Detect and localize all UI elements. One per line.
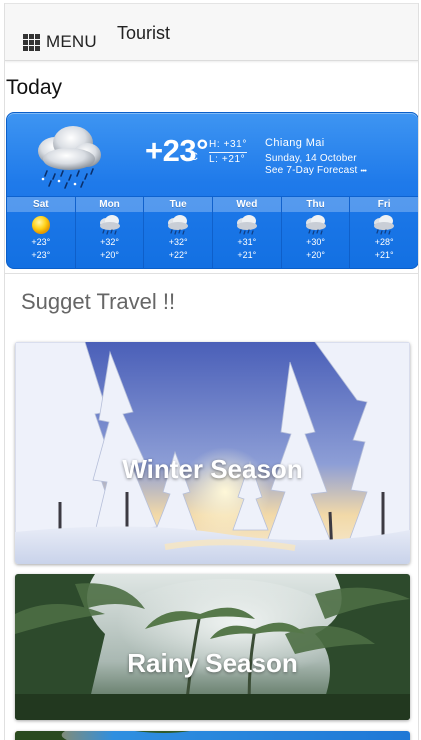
day-high: +31° xyxy=(237,237,257,247)
forecast-day: Fri +28° +21° xyxy=(349,197,418,268)
day-high: +32° xyxy=(100,237,119,247)
suggest-travel-heading: Sugget Travel !! xyxy=(21,289,176,314)
menu-label: MENU xyxy=(46,32,97,51)
forecast-day: Thu +30° +20° xyxy=(280,197,350,268)
current-temperature: +23° xyxy=(145,133,208,168)
day-name: Wed xyxy=(213,197,281,212)
day-low: +21° xyxy=(237,250,257,260)
day-high: +32° xyxy=(168,237,188,247)
high-low: H: +31° L: +21° xyxy=(209,138,247,166)
rain-cloud-icon xyxy=(99,215,120,235)
forecast-days: Sat +23° +23° Mon +32° +20° Tue +32° +22… xyxy=(7,196,418,268)
beach-image xyxy=(15,731,410,740)
rain-cloud-icon xyxy=(236,215,257,235)
rain-cloud-icon xyxy=(168,215,189,235)
high-temperature: H: +31° xyxy=(209,138,247,153)
day-low: +20° xyxy=(100,250,119,260)
forecast-day: Sat +23° +23° xyxy=(7,197,75,268)
top-app-bar: MENU Tourist xyxy=(5,3,418,61)
day-name: Mon xyxy=(75,197,144,212)
weather-date: Sunday, 14 October xyxy=(265,153,357,164)
sun-icon xyxy=(31,216,50,234)
rainy-season-title: Rainy Season xyxy=(127,648,298,678)
winter-landscape-image xyxy=(15,342,410,564)
day-low: +22° xyxy=(168,250,188,260)
day-name: Sat xyxy=(7,197,75,212)
day-high: +23° xyxy=(31,237,51,247)
forecast-day: Tue +32° +22° xyxy=(143,197,213,268)
location-name: Chiang Mai xyxy=(265,137,325,149)
rain-cloud-icon xyxy=(305,215,326,235)
weather-widget[interactable]: +23° C H: +31° L: +21° Chiang Mai Sunday… xyxy=(6,112,418,269)
temperature-unit: C xyxy=(190,151,198,163)
app-frame: MENU Tourist Today +23° C H: +31° L: +21… xyxy=(4,3,419,740)
winter-season-card[interactable]: Winter Season xyxy=(15,342,410,564)
grid-icon xyxy=(23,33,40,51)
menu-button[interactable]: MENU xyxy=(23,32,97,52)
low-temperature: L: +21° xyxy=(209,154,246,165)
seven-day-forecast-link[interactable]: See 7-Day Forecast ••• xyxy=(265,165,367,176)
rain-cloud-icon xyxy=(374,215,395,235)
rainforest-image xyxy=(15,574,410,720)
day-low: +23° xyxy=(31,250,51,260)
app-title: Tourist xyxy=(117,23,171,43)
forecast-day: Mon +32° +20° xyxy=(74,197,144,268)
day-name: Thu xyxy=(281,197,350,212)
day-high: +30° xyxy=(306,237,325,247)
winter-season-title: Winter Season xyxy=(122,454,303,484)
day-high: +28° xyxy=(374,237,394,247)
day-low: +20° xyxy=(306,250,325,260)
forecast-day: Wed +31° +21° xyxy=(212,197,281,268)
more-dots-icon: ••• xyxy=(360,168,367,175)
day-name: Fri xyxy=(350,197,418,212)
season-card[interactable] xyxy=(15,731,410,740)
section-title-today: Today xyxy=(6,76,63,99)
section-divider xyxy=(5,273,418,274)
day-low: +21° xyxy=(374,250,394,260)
day-name: Tue xyxy=(144,197,213,212)
rain-cloud-icon xyxy=(38,126,101,189)
forecast-link-label: See 7-Day Forecast xyxy=(265,165,361,176)
rainy-season-card[interactable]: Rainy Season xyxy=(15,574,410,720)
